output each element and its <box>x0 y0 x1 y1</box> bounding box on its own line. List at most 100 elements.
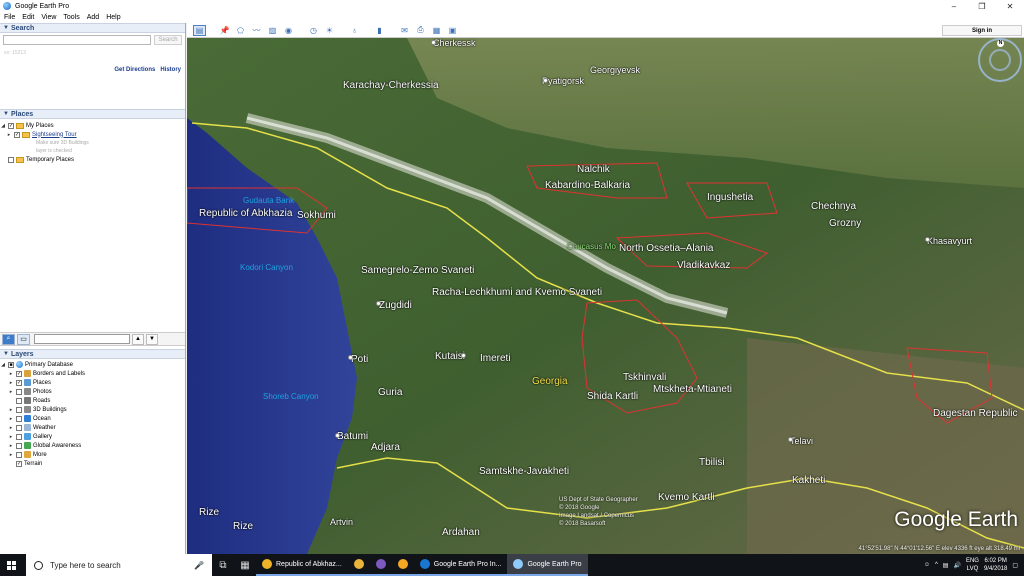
map-label[interactable]: Grozny <box>829 218 861 229</box>
map-label[interactable]: Karachay-Cherkessia <box>343 80 439 91</box>
polygon-icon[interactable]: ⬠ <box>234 25 247 36</box>
map-label[interactable]: Racha-Lechkhumi and Kvemo Svaneti <box>432 287 602 298</box>
expand-icon[interactable]: ◢ <box>0 123 6 129</box>
sunlight-icon[interactable]: ☀ <box>323 25 336 36</box>
expand-icon[interactable]: ▸ <box>8 407 14 413</box>
microphone-icon[interactable]: 🎤 <box>194 561 204 570</box>
layer-item[interactable]: ✓ Terrain <box>0 459 185 468</box>
map-label[interactable]: Rize <box>233 521 253 532</box>
image-overlay-icon[interactable]: ▨ <box>266 25 279 36</box>
map-label[interactable]: Samtskhe-Javakheti <box>479 466 569 477</box>
map-label[interactable]: Shida Kartli <box>587 391 638 402</box>
map-label[interactable]: Kvemo Kartli <box>658 492 715 503</box>
map-label[interactable]: Artvin <box>330 517 353 527</box>
search-places-icon[interactable]: ⌕ <box>2 333 15 345</box>
calculator-icon[interactable]: ▦ <box>234 554 256 576</box>
checkbox[interactable]: ✓ <box>8 122 14 129</box>
start-button[interactable] <box>0 554 22 576</box>
map-label[interactable]: Kodori Canyon <box>240 263 293 272</box>
volume-icon[interactable]: 🔊 <box>953 562 960 569</box>
map-label[interactable]: Poti <box>351 354 368 365</box>
taskbar-app-button[interactable]: Republic of Abkhaz... <box>256 554 348 576</box>
map-label[interactable]: Georgia <box>532 376 568 387</box>
map-label[interactable]: Nalchik <box>577 164 610 175</box>
checkbox[interactable] <box>16 442 22 449</box>
map-label[interactable]: Vladikavkaz <box>677 260 730 271</box>
expand-icon[interactable]: ◢ <box>0 362 6 368</box>
layer-item[interactable]: ▸ Photos <box>0 387 185 396</box>
city-marker-icon[interactable] <box>431 40 436 45</box>
map-label[interactable]: Kakheti <box>792 475 825 486</box>
taskbar-app-button[interactable] <box>347 554 370 576</box>
map-label[interactable]: Khasavyurt <box>927 236 972 246</box>
restore-button[interactable]: ❐ <box>968 0 996 12</box>
taskbar-app-button[interactable]: Google Earth Pro <box>507 554 588 576</box>
city-marker-icon[interactable] <box>335 433 340 438</box>
checkbox[interactable]: ✓ <box>16 379 22 386</box>
map-label[interactable]: Zugdidi <box>379 300 412 311</box>
checkbox[interactable]: ✓ <box>16 460 22 467</box>
map-view[interactable]: N Cherkessk Georgiyevsk Pyatigorsk Karac… <box>187 38 1024 554</box>
map-label[interactable]: Chechnya <box>811 201 856 212</box>
move-down-icon[interactable]: ▼ <box>146 333 158 345</box>
checkbox[interactable] <box>16 388 22 395</box>
tree-item-primary-database[interactable]: ◢ ■ Primary Database <box>0 360 185 369</box>
map-label[interactable]: Shoreb Canyon <box>263 392 319 401</box>
layer-item[interactable]: ▸ More <box>0 450 185 459</box>
map-label[interactable]: Telavi <box>790 436 813 446</box>
checkbox[interactable] <box>8 156 14 163</box>
city-marker-icon[interactable] <box>543 78 548 83</box>
map-label[interactable]: Rize <box>199 507 219 518</box>
layer-item[interactable]: ▸ ✓ Borders and Labels <box>0 369 185 378</box>
email-icon[interactable]: ✉ <box>398 25 411 36</box>
path-icon[interactable]: 〰 <box>250 25 263 36</box>
search-input[interactable] <box>3 35 152 45</box>
north-indicator-icon[interactable]: N <box>997 40 1004 47</box>
language-indicator[interactable]: ENG LVQ <box>966 557 979 573</box>
layer-item[interactable]: ▸ Gallery <box>0 432 185 441</box>
layer-item[interactable]: ▸ Global Awareness <box>0 441 185 450</box>
menu-help[interactable]: Help <box>106 14 120 21</box>
switch-planet-icon[interactable]: ♁ <box>348 25 361 36</box>
tree-item-temporary[interactable]: Temporary Places <box>0 155 185 164</box>
menu-edit[interactable]: Edit <box>22 14 34 21</box>
minimize-button[interactable]: – <box>940 0 968 12</box>
menu-tools[interactable]: Tools <box>63 14 79 21</box>
ruler-icon[interactable]: ▮ <box>373 25 386 36</box>
taskbar-app-button[interactable] <box>391 554 414 576</box>
checkbox[interactable] <box>16 433 22 440</box>
tree-item-my-places[interactable]: ◢ ✓ My Places <box>0 121 185 130</box>
checkbox[interactable] <box>16 451 22 458</box>
menu-view[interactable]: View <box>41 14 56 21</box>
expand-icon[interactable]: ▸ <box>8 389 14 395</box>
move-up-icon[interactable]: ▲ <box>132 333 144 345</box>
map-label[interactable]: Gudauta Bank <box>243 196 294 205</box>
map-label[interactable]: Georgiyevsk <box>590 65 640 75</box>
search-panel-header[interactable]: ▼ Search <box>0 23 185 33</box>
map-label[interactable]: Cherkessk <box>433 38 476 48</box>
map-label[interactable]: Samegrelo-Zemo Svaneti <box>361 265 474 276</box>
tree-item-sightseeing[interactable]: ▸ ✓ Sightseeing Tour <box>0 130 185 139</box>
layer-item[interactable]: ▸ ✓ Places <box>0 378 185 387</box>
taskbar-app-button[interactable]: Google Earth Pro In... <box>413 554 508 576</box>
get-directions-link[interactable]: Get Directions <box>114 67 155 73</box>
map-label[interactable]: Tbilisi <box>699 457 725 468</box>
historical-imagery-icon[interactable]: ◷ <box>307 25 320 36</box>
layer-item[interactable]: ▸ Ocean <box>0 414 185 423</box>
checkbox[interactable]: ■ <box>8 361 14 368</box>
sightseeing-tour-link[interactable]: Sightseeing Tour <box>32 132 77 138</box>
notifications-icon[interactable]: ▢ <box>1012 562 1018 569</box>
map-label[interactable]: Pyatigorsk <box>542 76 584 86</box>
view-in-maps-icon[interactable]: ▣ <box>446 25 459 36</box>
layer-item[interactable]: Roads <box>0 396 185 405</box>
close-button[interactable]: ✕ <box>996 0 1024 12</box>
taskbar-app-button[interactable] <box>369 554 392 576</box>
map-label[interactable]: Mtskheta-Mtianeti <box>653 384 732 395</box>
map-label[interactable]: North Ossetia–Alania <box>619 243 714 254</box>
history-link[interactable]: History <box>160 67 181 73</box>
places-filter-input[interactable] <box>34 334 130 344</box>
hide-sidebar-icon[interactable]: ▤ <box>193 24 206 36</box>
expand-icon[interactable]: ▸ <box>8 380 14 386</box>
map-label[interactable]: Tskhinvali <box>623 372 666 383</box>
map-label[interactable]: Ardahan <box>442 527 480 538</box>
